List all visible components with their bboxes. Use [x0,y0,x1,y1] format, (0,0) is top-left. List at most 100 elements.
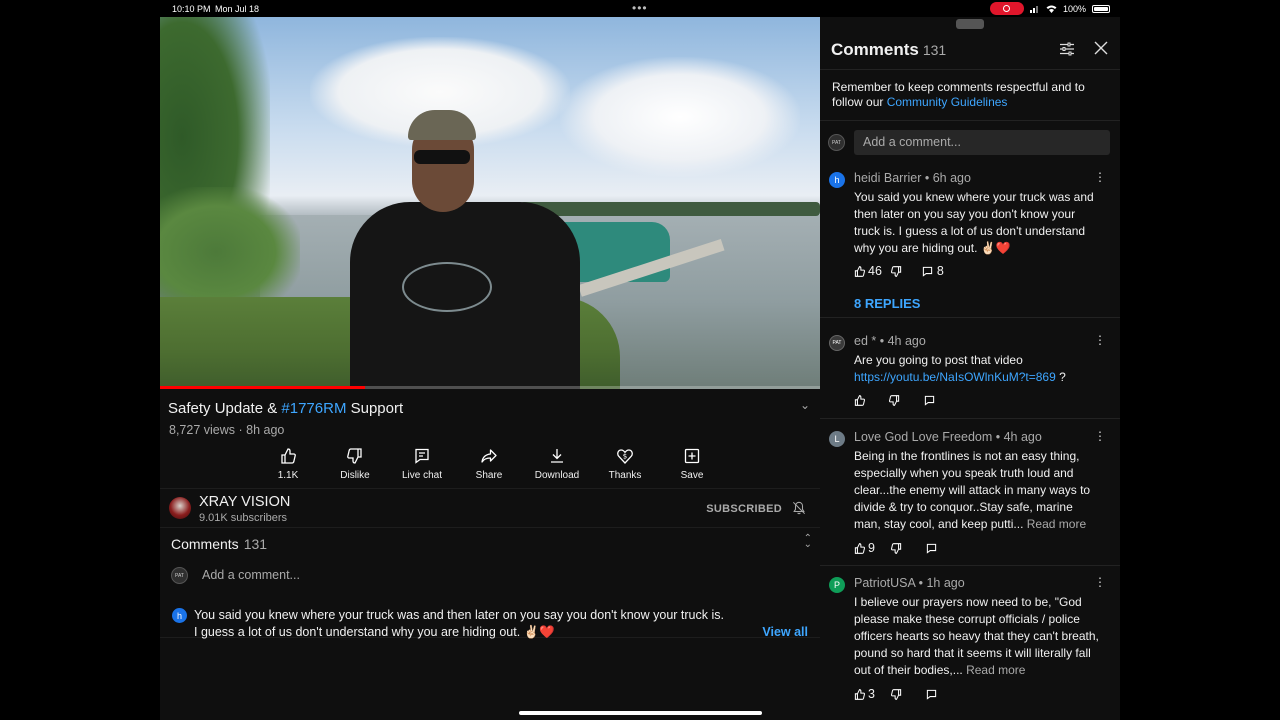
filter-icon[interactable] [1059,41,1075,57]
watch-pane: Safety Update & #1776RM Support ⌄ 8,727 … [160,17,820,720]
more-vert-icon[interactable]: ⋮ [1094,333,1106,347]
commenter-avatar[interactable]: P [829,577,845,593]
status-time: 10:10 PM [172,4,211,14]
channel-name[interactable]: XRAY VISION [199,494,290,510]
commenter-avatar[interactable]: h [829,172,845,188]
divider [820,565,1120,566]
video-frame-person [350,110,580,389]
comment-actions: 9 [854,541,937,555]
reply-icon[interactable] [926,689,937,700]
comment-actions: 46 8 [854,264,944,278]
divider [820,317,1120,318]
battery-icon [1092,4,1110,13]
thumbs-down-icon[interactable] [890,688,902,700]
wifi-icon [1046,5,1057,13]
guidelines-notice: Remember to keep comments respectful and… [832,80,1085,109]
multitasking-dots-icon[interactable]: ••• [632,1,648,15]
video-player[interactable] [160,17,820,389]
read-more-link[interactable]: Read more [1027,517,1086,531]
screen-record-icon[interactable] [989,2,1024,15]
read-more-link[interactable]: Read more [966,663,1025,677]
divider [820,418,1120,419]
reply-count: 8 [936,264,944,278]
thumbs-up-icon[interactable] [854,265,865,277]
thumbs-down-icon [347,448,362,464]
add-comment-input[interactable]: Add a comment... [202,568,300,582]
user-avatar: PAT [171,567,188,584]
thanks-icon: $ [617,449,633,464]
subscribed-button[interactable]: SUBSCRIBED [706,503,782,515]
status-bar: 10:10 PM Mon Jul 18 ••• 100% [160,0,1120,17]
comment-author[interactable]: heidi Barrier • 6h ago [854,171,971,185]
channel-row[interactable]: XRAY VISION 9.01K subscribers SUBSCRIBED [160,488,820,528]
action-bar: 1.1K Dislike Live chat Share Download $ … [253,448,853,488]
top-comment-text: You said you knew where your truck was a… [194,608,724,639]
like-count: 3 [868,687,875,701]
user-avatar: PAT [828,134,845,151]
video-progress-bar[interactable] [160,386,820,389]
chevron-down-icon[interactable]: ⌄ [800,398,810,412]
add-comment-input[interactable]: Add a comment... [854,130,1110,155]
video-meta: 8,727 views · 8h ago [169,423,285,437]
comment-author[interactable]: PatriotUSA • 1h ago [854,576,965,590]
like-count: 9 [868,541,875,555]
hashtag-link[interactable]: #1776RM [281,400,346,417]
more-vert-icon[interactable]: ⋮ [1094,429,1106,443]
battery-percent: 100% [1062,3,1086,14]
thanks-button[interactable]: $ Thanks [590,448,660,481]
reply-icon[interactable] [924,395,935,406]
reply-icon[interactable] [926,543,937,554]
commenter-avatar[interactable]: PAT [829,335,845,351]
share-icon [481,449,497,463]
comment-text: I believe our prayers now need to be, "G… [854,595,1099,677]
comment-text: You said you knew where your truck was a… [854,190,1094,255]
save-button[interactable]: Save [657,448,727,481]
thumbs-down-icon[interactable] [890,542,902,554]
comment-link[interactable]: https://youtu.be/NaIsOWlnKuM?t=869 [854,370,1056,384]
comments-panel: Comments 131 Remember to keep comments re… [820,17,1120,720]
download-icon [551,449,563,463]
panel-title: Comments 131 [831,40,947,59]
close-icon[interactable] [1094,41,1108,55]
signal-icon [1029,5,1038,13]
more-vert-icon[interactable]: ⋮ [1094,170,1106,184]
dislike-button[interactable]: Dislike [320,448,390,481]
like-count: 46 [868,264,882,278]
replies-button[interactable]: 8 REPLIES [854,296,920,311]
bell-off-icon[interactable] [792,501,806,515]
expand-toggle-icon[interactable]: ⌃ ⌄ [804,534,812,550]
commenter-avatar: h [172,608,187,623]
guidelines-link[interactable]: Community Guidelines [887,95,1008,109]
more-vert-icon[interactable]: ⋮ [1094,575,1106,589]
divider [820,120,1120,121]
thumbs-up-icon [281,448,296,464]
thumbs-up-icon[interactable] [854,542,865,554]
comment-text: Being in the frontlines is not an easy t… [854,449,1091,531]
channel-avatar[interactable] [169,497,191,519]
comment-actions [854,395,935,406]
share-button[interactable]: Share [454,448,524,481]
save-icon [684,448,700,464]
comment-author[interactable]: ed * • 4h ago [854,334,926,348]
reply-icon[interactable] [922,266,933,277]
view-all-link[interactable]: View all [762,625,808,639]
comment-text: Are you going to post that video https:/… [854,353,1066,384]
thumbs-up-icon[interactable] [854,688,865,700]
video-title[interactable]: Safety Update & #1776RM Support [168,400,812,418]
status-date: Mon Jul 18 [215,4,260,14]
download-button[interactable]: Download [522,448,592,481]
thumbs-down-icon[interactable] [890,265,902,277]
thumbs-up-icon[interactable] [854,395,865,406]
channel-subscribers: 9.01K subscribers [199,512,288,524]
svg-text:$: $ [623,453,627,461]
home-indicator[interactable] [519,711,762,715]
live-chat-button[interactable]: Live chat [387,448,457,481]
like-button[interactable]: 1.1K [253,448,323,481]
chat-icon [415,448,429,464]
commenter-avatar[interactable]: L [829,431,845,447]
comment-actions: 3 [854,687,937,701]
comment-author[interactable]: Love God Love Freedom • 4h ago [854,430,1042,444]
drag-handle[interactable] [956,19,984,29]
comments-teaser[interactable]: Comments 131 ⌃ ⌄ PAT Add a comment... h Yo… [160,528,820,639]
thumbs-down-icon[interactable] [889,395,900,406]
